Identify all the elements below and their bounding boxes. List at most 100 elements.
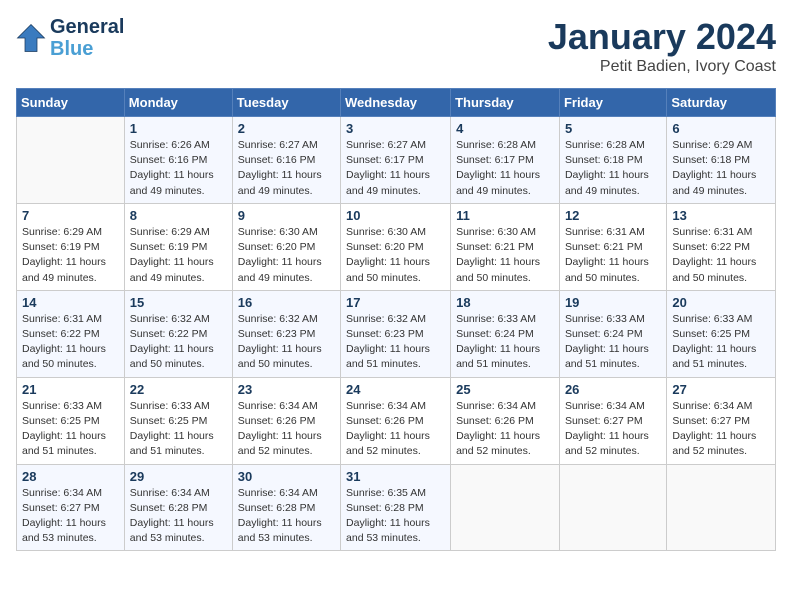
day-info: Sunrise: 6:34 AM Sunset: 6:28 PM Dayligh… xyxy=(130,486,227,547)
calendar-table: SundayMondayTuesdayWednesdayThursdayFrid… xyxy=(16,88,776,551)
day-info: Sunrise: 6:32 AM Sunset: 6:22 PM Dayligh… xyxy=(130,312,227,373)
day-info: Sunrise: 6:29 AM Sunset: 6:18 PM Dayligh… xyxy=(672,138,770,199)
calendar-cell: 11 Sunrise: 6:30 AM Sunset: 6:21 PM Dayli… xyxy=(451,203,560,290)
calendar-cell: 8 Sunrise: 6:29 AM Sunset: 6:19 PM Daylig… xyxy=(124,203,232,290)
day-number: 30 xyxy=(238,469,335,484)
calendar-cell: 9 Sunrise: 6:30 AM Sunset: 6:20 PM Daylig… xyxy=(232,203,340,290)
calendar-cell xyxy=(559,464,666,551)
day-number: 21 xyxy=(22,382,119,397)
logo: General Blue xyxy=(16,16,124,60)
day-info: Sunrise: 6:34 AM Sunset: 6:26 PM Dayligh… xyxy=(346,399,445,460)
calendar-cell: 12 Sunrise: 6:31 AM Sunset: 6:21 PM Dayli… xyxy=(559,203,666,290)
calendar-cell: 19Sunrise: 6:33 AM Sunset: 6:24 PM Dayli… xyxy=(559,290,666,377)
day-number: 12 xyxy=(565,208,661,223)
day-number: 23 xyxy=(238,382,335,397)
page-header: General Blue January 2024 Petit Badien, … xyxy=(16,16,776,76)
calendar-cell: 24Sunrise: 6:34 AM Sunset: 6:26 PM Dayli… xyxy=(341,377,451,464)
day-number: 15 xyxy=(130,295,227,310)
logo-icon xyxy=(16,23,46,53)
day-info: Sunrise: 6:34 AM Sunset: 6:26 PM Dayligh… xyxy=(456,399,554,460)
day-info: Sunrise: 6:27 AM Sunset: 6:17 PM Dayligh… xyxy=(346,138,445,199)
day-info: Sunrise: 6:31 AM Sunset: 6:21 PM Dayligh… xyxy=(565,225,661,286)
day-number: 3 xyxy=(346,121,445,136)
day-info: Sunrise: 6:33 AM Sunset: 6:24 PM Dayligh… xyxy=(456,312,554,373)
calendar-cell: 4Sunrise: 6:28 AM Sunset: 6:17 PM Daylig… xyxy=(451,117,560,204)
day-number: 16 xyxy=(238,295,335,310)
calendar-cell: 21Sunrise: 6:33 AM Sunset: 6:25 PM Dayli… xyxy=(17,377,125,464)
day-number: 20 xyxy=(672,295,770,310)
day-number: 26 xyxy=(565,382,661,397)
day-info: Sunrise: 6:29 AM Sunset: 6:19 PM Dayligh… xyxy=(22,225,119,286)
day-info: Sunrise: 6:30 AM Sunset: 6:21 PM Dayligh… xyxy=(456,225,554,286)
day-info: Sunrise: 6:27 AM Sunset: 6:16 PM Dayligh… xyxy=(238,138,335,199)
day-info: Sunrise: 6:34 AM Sunset: 6:27 PM Dayligh… xyxy=(672,399,770,460)
weekday-header-tuesday: Tuesday xyxy=(232,89,340,117)
day-number: 6 xyxy=(672,121,770,136)
calendar-week-row: 14 Sunrise: 6:31 AM Sunset: 6:22 PM Dayli… xyxy=(17,290,776,377)
day-number: 5 xyxy=(565,121,661,136)
day-info: Sunrise: 6:30 AM Sunset: 6:20 PM Dayligh… xyxy=(346,225,445,286)
day-number: 4 xyxy=(456,121,554,136)
day-info: Sunrise: 6:29 AM Sunset: 6:19 PM Dayligh… xyxy=(130,225,227,286)
month-year-title: January 2024 xyxy=(548,16,776,58)
calendar-cell: 1 Sunrise: 6:26 AM Sunset: 6:16 PM Daylig… xyxy=(124,117,232,204)
day-info: Sunrise: 6:33 AM Sunset: 6:25 PM Dayligh… xyxy=(672,312,770,373)
calendar-cell: 15 Sunrise: 6:32 AM Sunset: 6:22 PM Dayli… xyxy=(124,290,232,377)
calendar-cell: 25 Sunrise: 6:34 AM Sunset: 6:26 PM Dayli… xyxy=(451,377,560,464)
calendar-week-row: 7 Sunrise: 6:29 AM Sunset: 6:19 PM Daylig… xyxy=(17,203,776,290)
day-info: Sunrise: 6:28 AM Sunset: 6:18 PM Dayligh… xyxy=(565,138,661,199)
day-info: Sunrise: 6:34 AM Sunset: 6:26 PM Dayligh… xyxy=(238,399,335,460)
day-info: Sunrise: 6:34 AM Sunset: 6:27 PM Dayligh… xyxy=(22,486,119,547)
calendar-cell: 30 Sunrise: 6:34 AM Sunset: 6:28 PM Dayli… xyxy=(232,464,340,551)
calendar-cell xyxy=(451,464,560,551)
logo-text-line1: General xyxy=(50,16,124,38)
day-number: 27 xyxy=(672,382,770,397)
calendar-header-row: SundayMondayTuesdayWednesdayThursdayFrid… xyxy=(17,89,776,117)
day-number: 8 xyxy=(130,208,227,223)
calendar-cell: 13Sunrise: 6:31 AM Sunset: 6:22 PM Dayli… xyxy=(667,203,776,290)
day-number: 9 xyxy=(238,208,335,223)
calendar-cell: 26 Sunrise: 6:34 AM Sunset: 6:27 PM Dayli… xyxy=(559,377,666,464)
calendar-cell: 16Sunrise: 6:32 AM Sunset: 6:23 PM Dayli… xyxy=(232,290,340,377)
calendar-cell: 29 Sunrise: 6:34 AM Sunset: 6:28 PM Dayli… xyxy=(124,464,232,551)
day-info: Sunrise: 6:26 AM Sunset: 6:16 PM Dayligh… xyxy=(130,138,227,199)
calendar-cell: 27 Sunrise: 6:34 AM Sunset: 6:27 PM Dayli… xyxy=(667,377,776,464)
day-number: 17 xyxy=(346,295,445,310)
calendar-cell: 5 Sunrise: 6:28 AM Sunset: 6:18 PM Daylig… xyxy=(559,117,666,204)
calendar-week-row: 21 Sunrise: 6:33 AM Sunset: 6:25 PM Dayli… xyxy=(17,377,776,464)
weekday-header-wednesday: Wednesday xyxy=(341,89,451,117)
day-info: Sunrise: 6:30 AM Sunset: 6:20 PM Dayligh… xyxy=(238,225,335,286)
location-subtitle: Petit Badien, Ivory Coast xyxy=(548,58,776,76)
day-number: 2 xyxy=(238,121,335,136)
weekday-header-monday: Monday xyxy=(124,89,232,117)
day-info: Sunrise: 6:31 AM Sunset: 6:22 PM Dayligh… xyxy=(672,225,770,286)
calendar-cell: 2 Sunrise: 6:27 AM Sunset: 6:16 PM Daylig… xyxy=(232,117,340,204)
day-number: 18 xyxy=(456,295,554,310)
calendar-cell: 23 Sunrise: 6:34 AM Sunset: 6:26 PM Dayli… xyxy=(232,377,340,464)
calendar-cell xyxy=(17,117,125,204)
day-info: Sunrise: 6:33 AM Sunset: 6:25 PM Dayligh… xyxy=(130,399,227,460)
calendar-cell: 20 Sunrise: 6:33 AM Sunset: 6:25 PM Dayli… xyxy=(667,290,776,377)
day-info: Sunrise: 6:34 AM Sunset: 6:27 PM Dayligh… xyxy=(565,399,661,460)
day-info: Sunrise: 6:34 AM Sunset: 6:28 PM Dayligh… xyxy=(238,486,335,547)
weekday-header-thursday: Thursday xyxy=(451,89,560,117)
day-number: 25 xyxy=(456,382,554,397)
day-number: 11 xyxy=(456,208,554,223)
calendar-cell: 6 Sunrise: 6:29 AM Sunset: 6:18 PM Daylig… xyxy=(667,117,776,204)
calendar-cell: 28Sunrise: 6:34 AM Sunset: 6:27 PM Dayli… xyxy=(17,464,125,551)
day-number: 29 xyxy=(130,469,227,484)
day-number: 1 xyxy=(130,121,227,136)
day-number: 7 xyxy=(22,208,119,223)
calendar-cell xyxy=(667,464,776,551)
day-number: 31 xyxy=(346,469,445,484)
day-info: Sunrise: 6:31 AM Sunset: 6:22 PM Dayligh… xyxy=(22,312,119,373)
logo-text-line2: Blue xyxy=(50,38,124,60)
day-info: Sunrise: 6:32 AM Sunset: 6:23 PM Dayligh… xyxy=(346,312,445,373)
title-block: January 2024 Petit Badien, Ivory Coast xyxy=(548,16,776,76)
calendar-cell: 22Sunrise: 6:33 AM Sunset: 6:25 PM Dayli… xyxy=(124,377,232,464)
day-info: Sunrise: 6:35 AM Sunset: 6:28 PM Dayligh… xyxy=(346,486,445,547)
calendar-week-row: 1 Sunrise: 6:26 AM Sunset: 6:16 PM Daylig… xyxy=(17,117,776,204)
calendar-cell: 14 Sunrise: 6:31 AM Sunset: 6:22 PM Dayli… xyxy=(17,290,125,377)
calendar-cell: 3 Sunrise: 6:27 AM Sunset: 6:17 PM Daylig… xyxy=(341,117,451,204)
day-number: 14 xyxy=(22,295,119,310)
